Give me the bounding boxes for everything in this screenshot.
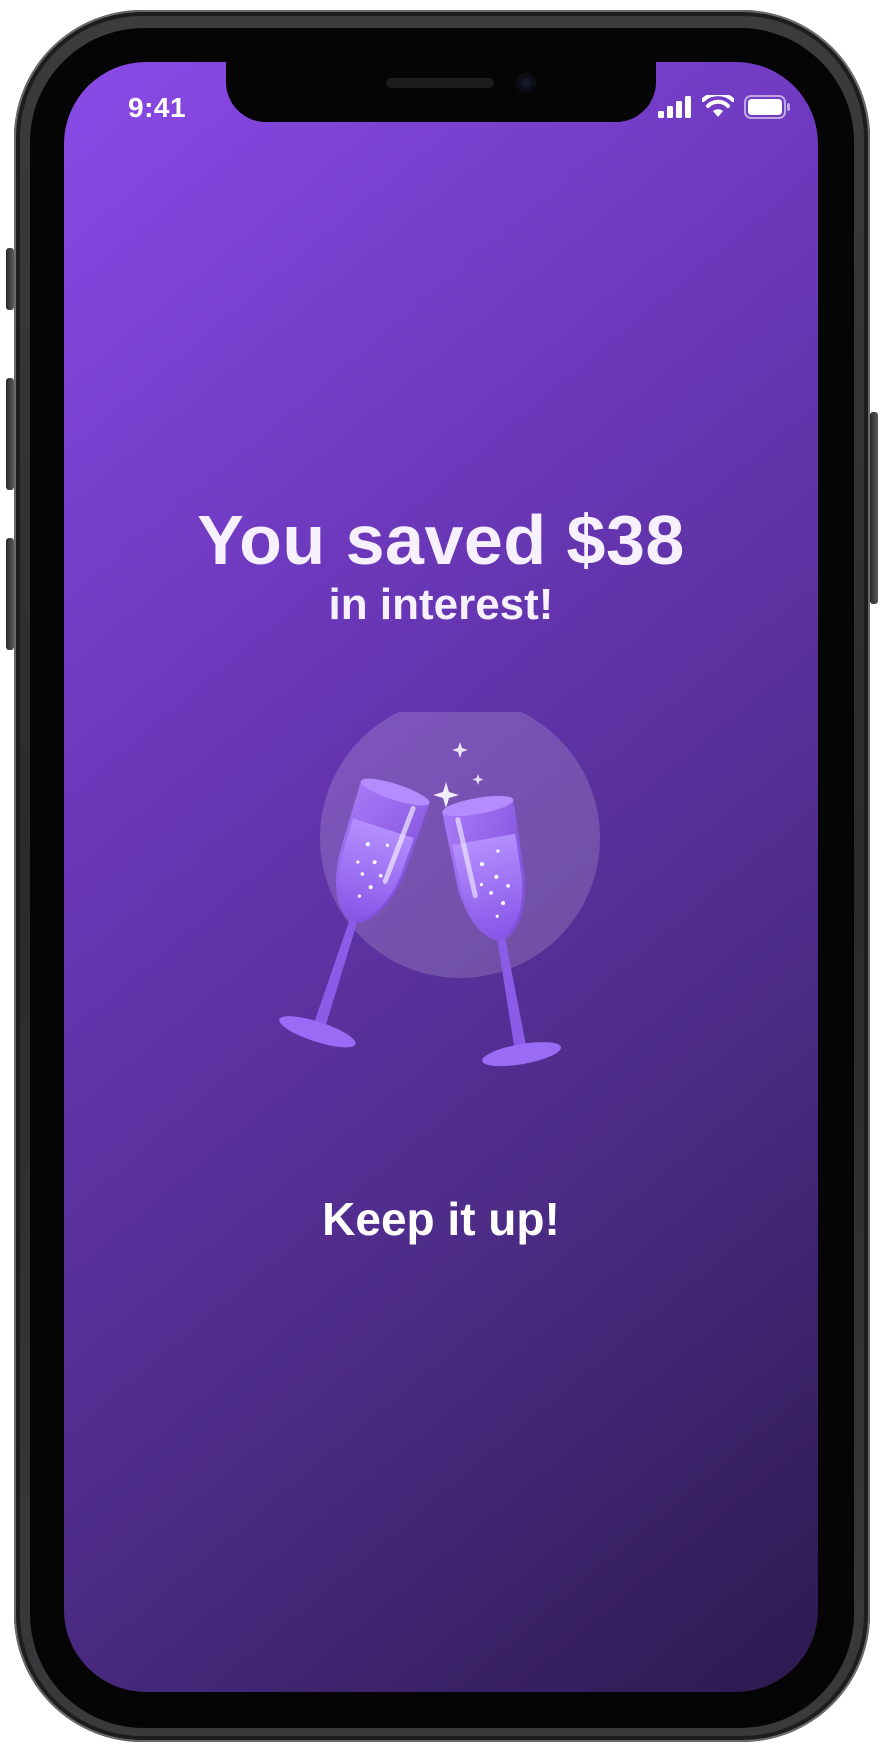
champagne-toast-icon [250, 698, 640, 1152]
status-time: 9:41 [128, 92, 187, 123]
notch [226, 62, 656, 122]
wifi-icon [701, 92, 735, 124]
battery-icon [744, 95, 790, 124]
savings-headline: You saved $38 [197, 501, 685, 579]
front-camera-icon [516, 73, 536, 93]
encouragement-text: Keep it up! [322, 1193, 560, 1245]
speaker-grille [386, 78, 494, 88]
side-button-mute [6, 248, 14, 310]
signal-icon [658, 96, 692, 123]
app-screen: 9:41 You saved $38 in interest! Keep it … [64, 62, 818, 1692]
status-icons [648, 92, 790, 124]
side-button-power [870, 412, 878, 604]
side-button-volume-down [6, 538, 14, 650]
side-button-volume-up [6, 378, 14, 490]
savings-subheadline: in interest! [328, 580, 554, 629]
